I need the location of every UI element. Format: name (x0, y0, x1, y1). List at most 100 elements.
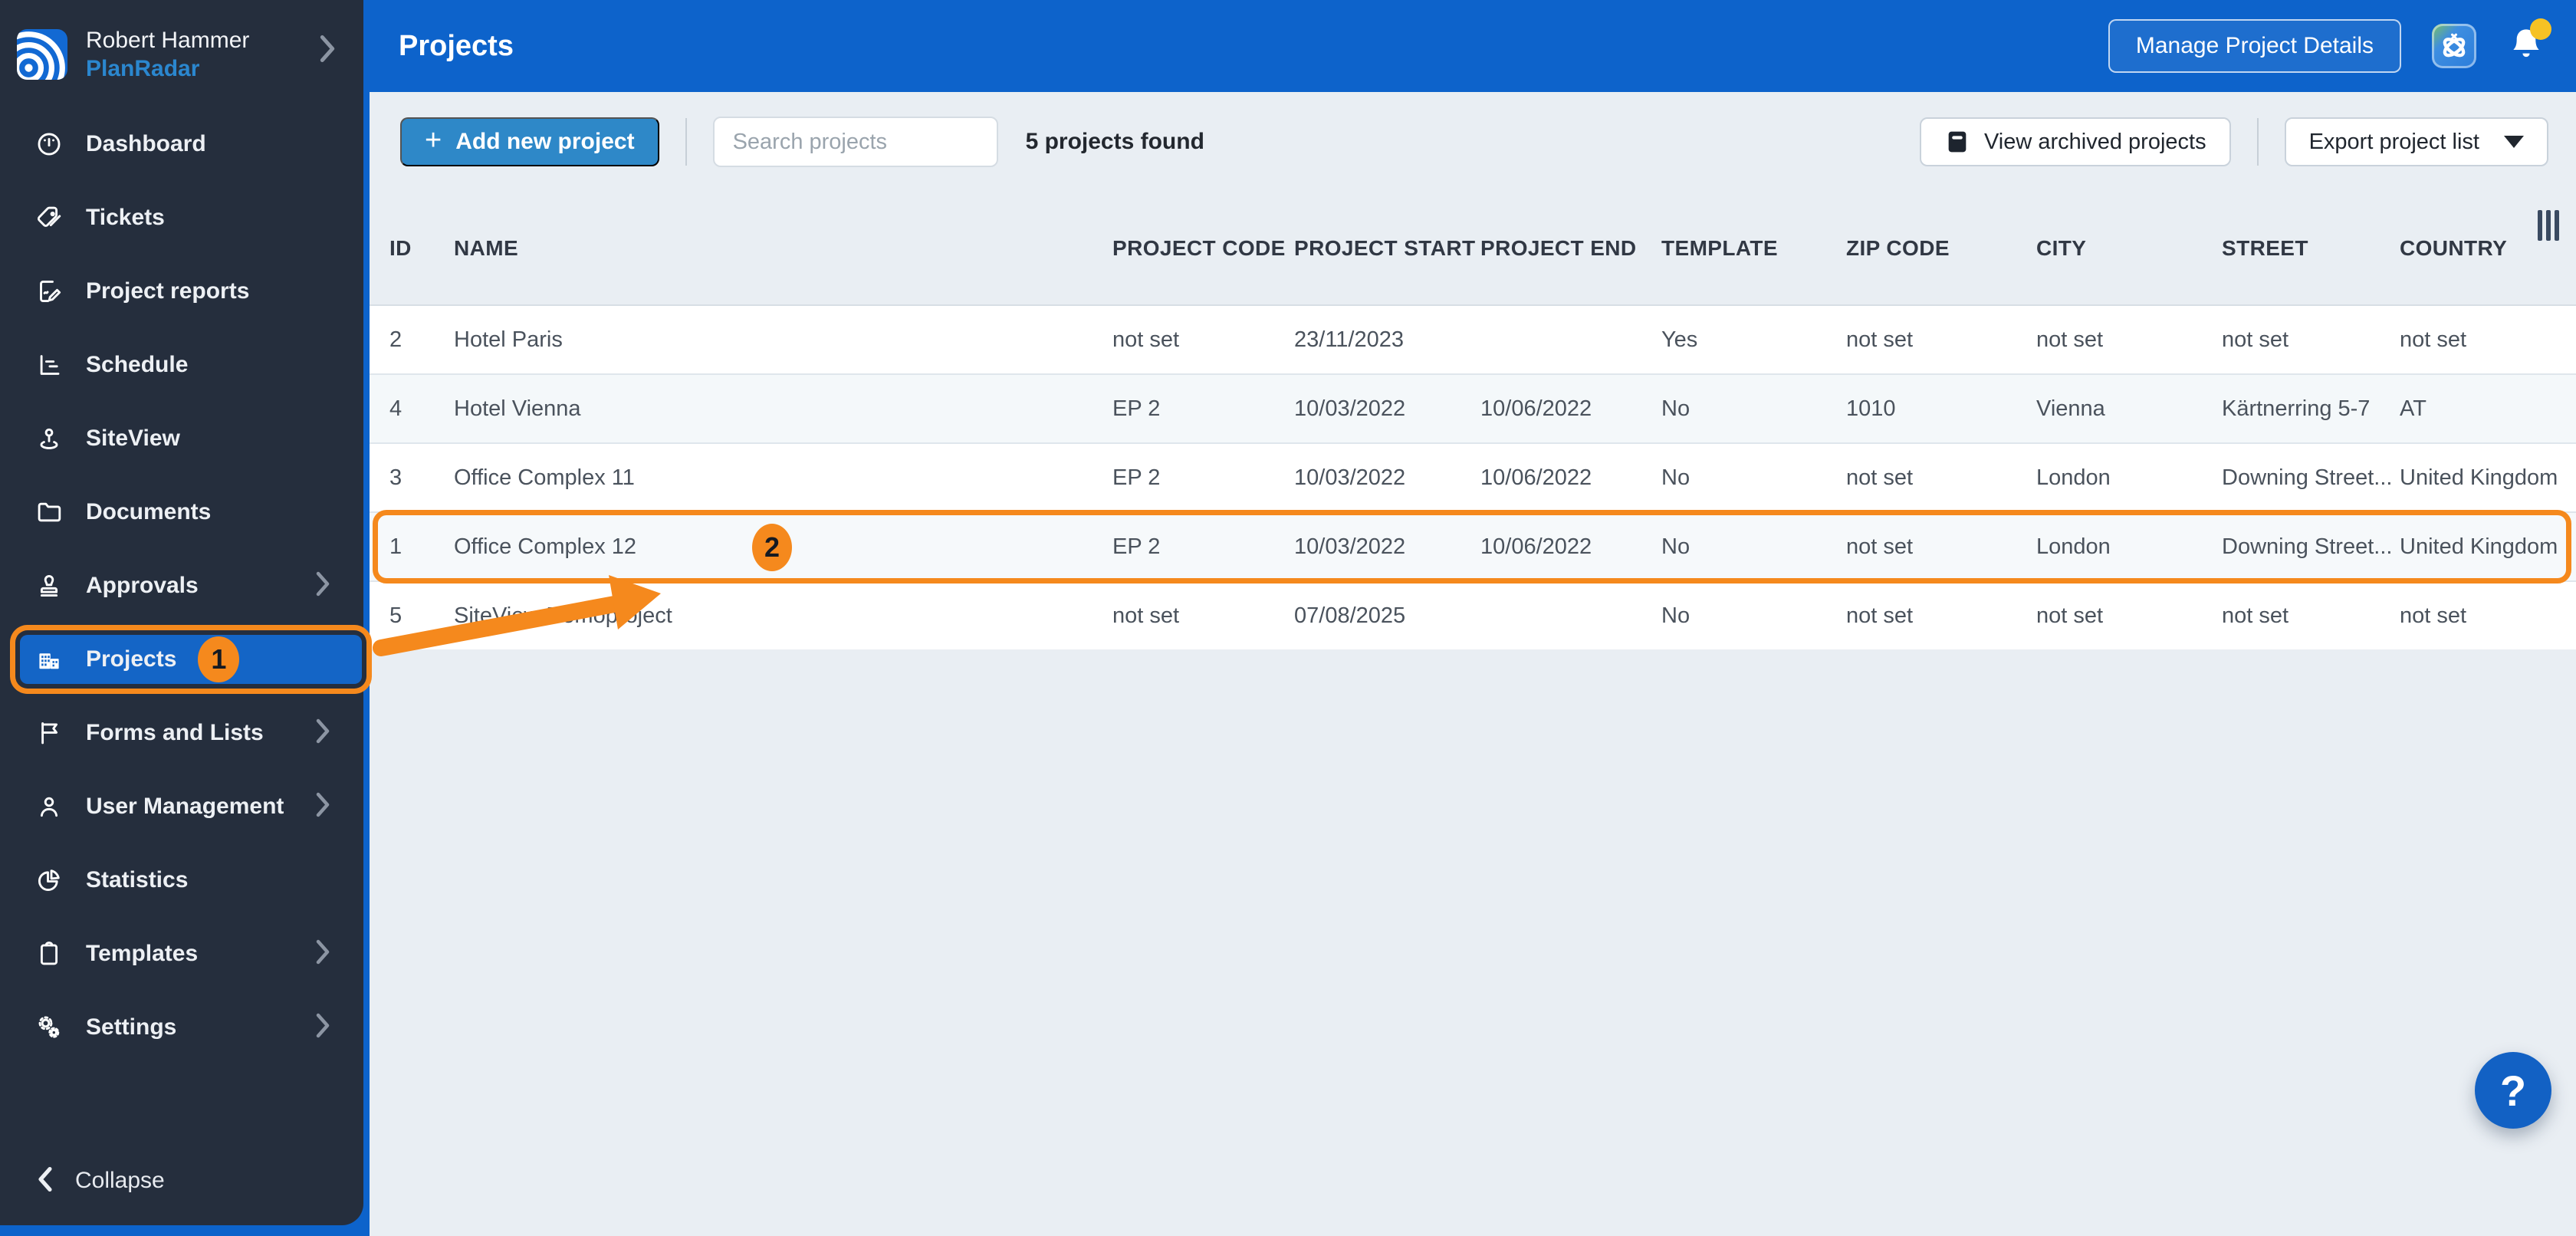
sidebar-item-schedule[interactable]: Schedule (0, 328, 363, 402)
account-switcher[interactable]: Robert Hammer PlanRadar (0, 0, 363, 101)
siteview-icon (35, 425, 63, 452)
chevron-right-icon (313, 791, 333, 823)
chevron-left-icon (35, 1165, 55, 1197)
table-row[interactable]: 1 Office Complex 12 EP 2 10/03/2022 10/0… (370, 510, 2576, 583)
user-icon (35, 793, 63, 820)
cell-zip-code: not set (1846, 327, 1914, 352)
column-header-zip-code[interactable]: ZIP CODE (1846, 236, 2036, 261)
cell-zip-code: not set (1846, 534, 1914, 559)
cell-country: AT (2400, 396, 2426, 421)
cell-template: No (1661, 534, 1691, 559)
sidebar-item-project-reports[interactable]: Project reports (0, 255, 363, 328)
column-header-template[interactable]: TEMPLATE (1661, 236, 1846, 261)
ai-butterfly-icon (2443, 33, 2466, 58)
table-header: ID NAME PROJECT CODE PROJECT START PROJECT E… (370, 192, 2576, 304)
cell-street: not set (2222, 603, 2289, 628)
manage-project-details-button[interactable]: Manage Project Details (2108, 19, 2401, 73)
planradar-logo-icon (17, 29, 67, 80)
column-settings-icon[interactable] (2538, 210, 2559, 241)
cell-country: not set (2400, 603, 2467, 628)
annotation-step-badge-1: 1 (198, 636, 240, 682)
projects-toolbar: + Add new project 5 projects found View … (370, 92, 2576, 192)
cell-country: United Kingdom (2400, 534, 2558, 559)
sidebar-item-user-management[interactable]: User Management (0, 770, 363, 843)
table-row[interactable]: 5 SiteView Demoproject not set 07/08/202… (370, 580, 2576, 649)
sidebar-item-tickets[interactable]: Tickets (0, 181, 363, 255)
page-header: Projects Manage Project Details (370, 0, 2576, 92)
cell-project-end: 10/06/2022 (1480, 396, 1592, 421)
cell-name: Hotel Paris (454, 327, 563, 352)
column-header-project-end[interactable]: PROJECT END (1480, 236, 1661, 261)
sidebar-item-projects[interactable]: Projects 1 (20, 635, 362, 684)
cell-zip-code: not set (1846, 603, 1914, 628)
sidebar-item-approvals[interactable]: Approvals (0, 549, 363, 623)
cell-city: not set (2036, 603, 2104, 628)
page-title: Projects (399, 29, 514, 62)
column-header-city[interactable]: CITY (2036, 236, 2222, 261)
tag-icon (35, 204, 63, 232)
cell-street: not set (2222, 327, 2289, 352)
cell-city: London (2036, 534, 2111, 559)
chevron-right-icon (313, 939, 333, 970)
chevron-right-icon (313, 570, 333, 602)
help-button[interactable]: ? (2475, 1052, 2551, 1129)
flag-icon (35, 719, 63, 747)
toolbar-divider (685, 118, 687, 166)
organization-name: PlanRadar (86, 56, 200, 81)
report-icon (35, 278, 63, 305)
sidebar-item-templates[interactable]: Templates (0, 917, 363, 991)
column-header-id[interactable]: ID (389, 236, 454, 261)
cell-name: Office Complex 11 (454, 465, 635, 490)
cell-id: 3 (389, 465, 402, 490)
view-archived-projects-button[interactable]: View archived projects (1919, 117, 2231, 166)
add-new-project-button[interactable]: + Add new project (400, 117, 659, 166)
column-header-name[interactable]: NAME (454, 236, 1112, 261)
ai-assistant-button[interactable] (2432, 24, 2476, 68)
cell-id: 5 (389, 603, 402, 628)
notifications-button[interactable] (2507, 18, 2551, 67)
cell-project-start: 23/11/2023 (1294, 327, 1404, 352)
cell-street: Downing Street... (2222, 534, 2393, 559)
sidebar-item-siteview[interactable]: SiteView (0, 402, 363, 475)
plus-icon: + (425, 124, 442, 156)
stamp-icon (35, 572, 63, 600)
building-icon (35, 646, 63, 673)
cell-project-start: 07/08/2025 (1294, 603, 1406, 628)
cell-street: Downing Street... (2222, 465, 2393, 490)
table-row[interactable]: 4 Hotel Vienna EP 2 10/03/2022 10/06/202… (370, 373, 2576, 442)
cell-name: SiteView Demoproject (454, 603, 672, 628)
cell-project-code: EP 2 (1112, 534, 1161, 559)
cell-project-code: EP 2 (1112, 465, 1161, 490)
table-row[interactable]: 2 Hotel Paris not set 23/11/2023 Yes not… (370, 304, 2576, 373)
sidebar-item-dashboard[interactable]: Dashboard (0, 107, 363, 181)
column-header-project-code[interactable]: PROJECT CODE (1112, 236, 1294, 261)
pie-icon (35, 866, 63, 894)
cell-street: Kärtnerring 5-7 (2222, 396, 2371, 421)
export-project-list-button[interactable]: Export project list (2284, 117, 2548, 166)
gears-icon (35, 1014, 63, 1041)
collapse-button[interactable]: Collapse (0, 1156, 363, 1205)
cell-template: No (1661, 465, 1691, 490)
cell-project-end: 10/06/2022 (1480, 534, 1592, 559)
schedule-icon (35, 351, 63, 379)
cell-id: 1 (389, 534, 402, 559)
gauge-icon (35, 130, 63, 158)
cell-template: No (1661, 603, 1691, 628)
column-header-street[interactable]: STREET (2222, 236, 2400, 261)
search-input[interactable] (712, 117, 998, 167)
sidebar-item-forms-and-lists[interactable]: Forms and Lists (0, 696, 363, 770)
sidebar-item-settings[interactable]: Settings (0, 991, 363, 1064)
sidebar-item-statistics[interactable]: Statistics (0, 843, 363, 917)
table-row[interactable]: 3 Office Complex 11 EP 2 10/03/2022 10/0… (370, 442, 2576, 511)
results-count: 5 projects found (1025, 129, 1204, 154)
sidebar: Robert Hammer PlanRadar Dashboard Ticket… (0, 0, 363, 1225)
sidebar-item-documents[interactable]: Documents (0, 475, 363, 549)
sidebar-nav: Dashboard Tickets Project reports Schedu… (0, 107, 363, 1064)
cell-template: No (1661, 396, 1691, 421)
cell-project-code: not set (1112, 603, 1180, 628)
caret-down-icon (2504, 136, 2524, 148)
archive-icon (1948, 131, 1967, 153)
cell-city: London (2036, 465, 2111, 490)
folder-icon (35, 498, 63, 526)
column-header-project-start[interactable]: PROJECT START (1294, 236, 1480, 261)
